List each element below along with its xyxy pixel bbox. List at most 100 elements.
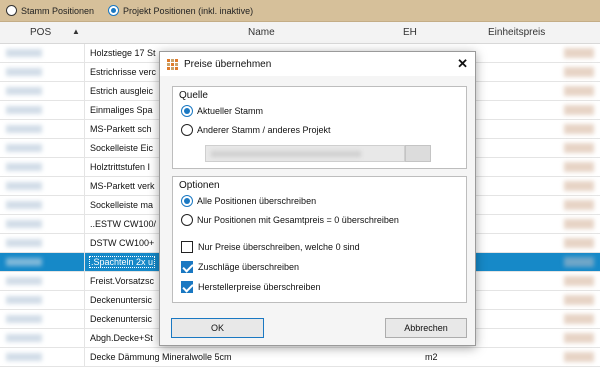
checkbox-label: Nur Preise überschreiben, welche 0 sind	[198, 242, 360, 252]
pos-cell	[6, 201, 42, 209]
pos-cell	[6, 87, 42, 95]
radio-stamm-positionen[interactable]: Stamm Positionen	[6, 5, 94, 16]
checkbox-unchecked[interactable]	[181, 241, 193, 253]
name-cell: DSTW CW100+	[90, 238, 155, 248]
radio-label: Aktueller Stamm	[197, 106, 264, 116]
checkbox-checked[interactable]	[181, 261, 193, 273]
pos-cell	[6, 239, 42, 247]
name-cell: MS-Parkett verk	[90, 181, 155, 191]
radio-projekt-positionen[interactable]: Projekt Positionen (inkl. inaktive)	[108, 5, 253, 16]
pos-cell	[6, 258, 42, 266]
name-cell: MS-Parkett sch	[90, 124, 152, 134]
checkbox-zuschlaege[interactable]: Zuschläge überschreiben	[181, 261, 299, 273]
radio-nur-gesamtpreis-0[interactable]: Nur Positionen mit Gesamtpreis = 0 übers…	[181, 214, 399, 226]
name-cell: Decke Dämmung Mineralwolle 5cm	[90, 352, 232, 362]
radio-label: Anderer Stamm / anderes Projekt	[197, 125, 331, 135]
radio-circle-selected[interactable]	[108, 5, 120, 16]
radio-alle-positionen[interactable]: Alle Positionen überschreiben	[181, 195, 316, 207]
dialog-titlebar: Preise übernehmen ✕	[160, 52, 475, 76]
pos-cell	[6, 220, 42, 228]
name-cell: Deckenuntersic	[90, 295, 153, 305]
price-cell	[564, 352, 594, 362]
radio-label: Stamm Positionen	[21, 5, 95, 16]
checkbox-herstellerpreise[interactable]: Herstellerpreise überschreiben	[181, 281, 321, 293]
eh-cell: m2	[425, 352, 438, 362]
pos-cell	[6, 49, 42, 57]
column-header-einheitspreis[interactable]: Einheitspreis	[488, 27, 545, 38]
sort-ascending-icon[interactable]: ▲	[72, 27, 80, 36]
abbrechen-button[interactable]: Abbrechen	[385, 318, 467, 338]
name-cell: Einmaliges Spa	[90, 105, 153, 115]
radio-circle-selected[interactable]	[181, 105, 193, 117]
pos-cell	[6, 353, 42, 361]
price-cell	[564, 162, 594, 172]
price-cell	[564, 86, 594, 96]
optionen-group: Optionen Alle Positionen überschreiben N…	[172, 176, 467, 303]
price-cell	[564, 257, 594, 267]
column-divider	[84, 44, 85, 63]
radio-aktueller-stamm[interactable]: Aktueller Stamm	[181, 105, 263, 117]
column-divider	[84, 272, 85, 291]
price-cell	[564, 105, 594, 115]
column-divider	[84, 120, 85, 139]
column-divider	[84, 196, 85, 215]
optionen-legend: Optionen	[179, 180, 220, 191]
price-cell	[564, 124, 594, 134]
column-divider	[84, 310, 85, 329]
price-cell	[564, 314, 594, 324]
column-header-eh[interactable]: EH	[403, 27, 417, 38]
radio-circle[interactable]	[6, 5, 17, 16]
column-divider	[84, 158, 85, 177]
column-divider	[84, 101, 85, 120]
dialog-title: Preise übernehmen	[184, 59, 272, 70]
anderer-stamm-field[interactable]	[205, 145, 405, 162]
pos-cell	[6, 277, 42, 285]
source-toggle-bar: Stamm Positionen Projekt Positionen (ink…	[0, 0, 600, 22]
price-cell	[564, 276, 594, 286]
pos-cell	[6, 182, 42, 190]
column-divider	[84, 291, 85, 310]
ok-button[interactable]: OK	[171, 318, 264, 338]
checkbox-checked[interactable]	[181, 281, 193, 293]
pos-cell	[6, 144, 42, 152]
grid-header: POS ▲ Name EH Einheitspreis	[0, 22, 600, 44]
price-cell	[564, 67, 594, 77]
checkbox-label: Herstellerpreise überschreiben	[198, 282, 321, 292]
pos-cell	[6, 106, 42, 114]
price-cell	[564, 181, 594, 191]
column-header-name[interactable]: Name	[248, 27, 275, 38]
price-cell	[564, 219, 594, 229]
pos-cell	[6, 163, 42, 171]
name-cell: Deckenuntersic	[90, 314, 153, 324]
price-cell	[564, 200, 594, 210]
radio-anderer-stamm[interactable]: Anderer Stamm / anderes Projekt	[181, 124, 331, 136]
column-header-pos[interactable]: POS	[30, 27, 51, 38]
column-divider	[84, 139, 85, 158]
column-divider	[84, 253, 85, 272]
anderer-stamm-browse-button[interactable]	[405, 145, 431, 162]
price-cell	[564, 333, 594, 343]
app-icon	[167, 59, 178, 70]
name-cell: ..ESTW CW100/	[90, 219, 157, 229]
column-divider	[84, 329, 85, 348]
column-divider	[84, 234, 85, 253]
pos-cell	[6, 334, 42, 342]
radio-circle[interactable]	[181, 214, 193, 226]
name-cell: Holzstiege 17 St	[90, 48, 156, 58]
radio-circle[interactable]	[181, 124, 193, 136]
name-cell: Estrich ausgleic	[90, 86, 154, 96]
price-cell	[564, 48, 594, 58]
name-cell: Holztrittstufen I	[90, 162, 151, 172]
radio-label: Nur Positionen mit Gesamtpreis = 0 übers…	[197, 215, 399, 225]
quelle-legend: Quelle	[179, 90, 208, 101]
radio-circle-selected[interactable]	[181, 195, 193, 207]
checkbox-label: Zuschläge überschreiben	[198, 262, 300, 272]
quelle-group: Quelle Aktueller Stamm Anderer Stamm / a…	[172, 86, 467, 169]
checkbox-nur-preise-0[interactable]: Nur Preise überschreiben, welche 0 sind	[181, 241, 360, 253]
pos-cell	[6, 296, 42, 304]
name-cell: Sockelleiste ma	[90, 200, 154, 210]
name-cell: Sockelleiste Eic	[90, 143, 154, 153]
price-cell	[564, 143, 594, 153]
column-divider	[84, 63, 85, 82]
close-icon[interactable]: ✕	[457, 56, 468, 72]
